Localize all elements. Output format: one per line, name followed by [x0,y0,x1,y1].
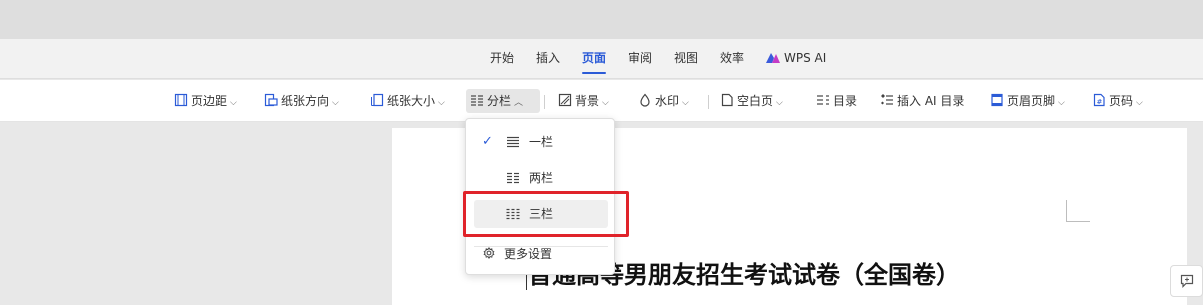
header-footer-button[interactable]: 页眉页脚 ⌵ [986,89,1069,113]
chevron-down-icon: ⌵ [776,98,783,108]
one-column-icon [507,136,519,148]
ai-toc-icon [881,94,893,105]
columns-icon [471,95,483,106]
watermark-button[interactable]: 水印 ⌵ [634,89,693,113]
background-label: 背景 [575,94,600,108]
columns-label: 分栏 [487,94,512,108]
chevron-down-icon: ⌵ [682,98,689,108]
chevron-down-icon: ⌵ [438,98,445,108]
chevron-down-icon: ⌵ [1136,98,1143,108]
tab-view[interactable]: 视图 [674,49,698,69]
blank-page-label: 空白页 [737,94,774,108]
comment-button[interactable] [1170,265,1203,297]
two-columns-icon [507,172,519,184]
header-footer-label: 页眉页脚 [1007,94,1056,108]
ai-toc-label: 插入 AI 目录 [897,94,965,108]
more-settings-label: 更多设置 [504,247,553,261]
tab-efficiency[interactable]: 效率 [720,49,744,69]
column-option-one[interactable]: ✓ 一栏 [466,128,614,156]
toc-icon [817,95,829,105]
tab-page[interactable]: 页面 [582,49,607,74]
toc-button[interactable]: 目录 [812,89,861,113]
highlight-annotation [463,191,629,237]
orientation-label: 纸张方向 [281,94,330,108]
tab-review[interactable]: 审阅 [628,49,652,69]
page-number-button[interactable]: # 页码 ⌵ [1088,89,1147,113]
chevron-down-icon: ⌵ [602,98,609,108]
background-button[interactable]: 背景 ⌵ [554,89,613,113]
chevron-down-icon: ⌵ [1058,98,1065,108]
orientation-button[interactable]: 纸张方向 ⌵ [260,89,343,113]
paper-size-label: 纸张大小 [387,94,436,108]
tab-start[interactable]: 开始 [490,49,514,69]
watermark-icon [640,93,650,107]
tab-wps-ai-label: WPS AI [784,51,827,65]
gear-icon [483,247,495,259]
margins-icon [174,93,188,107]
chevron-down-icon: ⌵ [230,98,237,108]
background-icon [558,93,572,107]
ribbon-tabs: 开始 插入 页面 审阅 视图 效率 WPS AI [0,39,1203,79]
chevron-down-icon: ⌵ [332,98,339,108]
watermark-label: 水印 [655,94,680,108]
title-bar [0,0,1203,39]
column-option-label: 一栏 [529,135,554,149]
tab-wps-ai[interactable]: WPS AI [766,49,826,69]
columns-button[interactable]: 分栏 ︿ [466,89,540,113]
tab-insert[interactable]: 插入 [536,49,560,69]
toc-label: 目录 [833,94,858,108]
svg-text:#: # [1097,98,1103,106]
page-toolbar: 页边距 ⌵ 纸张方向 ⌵ 纸张大小 ⌵ 分栏 ︿ 背景 ⌵ 水印 ⌵ 空白页 ⌵ 目录 插入 … [0,80,1203,122]
header-footer-icon [991,93,1003,107]
page-number-icon: # [1093,93,1105,107]
blank-page-icon [721,93,733,107]
column-option-label: 两栏 [529,171,554,185]
paper-size-icon [371,93,384,107]
blank-page-button[interactable]: 空白页 ⌵ [716,89,787,113]
ai-toc-button[interactable]: 插入 AI 目录 [876,89,968,113]
chevron-up-icon: ︿ [514,98,524,108]
orientation-icon [264,93,278,107]
paper-size-button[interactable]: 纸张大小 ⌵ [366,89,449,113]
toolbar-divider [708,95,709,109]
wps-ai-icon [766,53,780,63]
column-option-two[interactable]: 两栏 [466,164,614,192]
toolbar-divider [544,95,545,109]
more-settings-item[interactable]: 更多设置 [466,240,614,268]
margins-label: 页边距 [191,94,228,108]
checkmark-icon: ✓ [482,134,493,149]
comment-icon [1180,274,1194,288]
page-number-label: 页码 [1109,94,1134,108]
page-corner-mark [1066,200,1090,222]
margins-button[interactable]: 页边距 ⌵ [170,89,241,113]
